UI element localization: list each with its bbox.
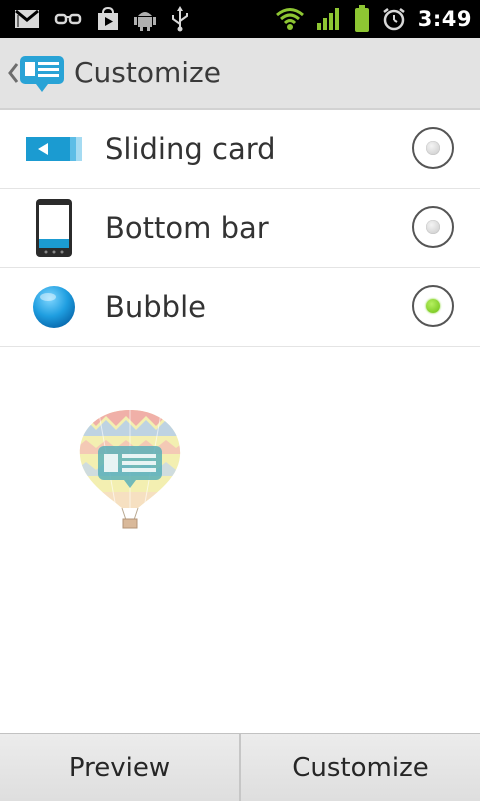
status-time: 3:49 [417, 7, 472, 31]
wifi-icon [275, 8, 304, 30]
option-bottom-bar[interactable]: Bottom bar [0, 189, 480, 268]
radio-bottom-bar[interactable] [412, 206, 454, 248]
notification-icons [14, 6, 190, 32]
chat-bubble-logo-icon[interactable] [18, 54, 66, 94]
option-label: Bubble [105, 290, 206, 324]
signal-icon [316, 8, 339, 30]
hot-air-balloon-icon [79, 410, 181, 529]
radio-indicator [426, 299, 440, 313]
battery-icon [354, 5, 369, 32]
phone-bottom-bar-icon [36, 199, 72, 257]
market-icon [98, 7, 118, 30]
gmail-icon [15, 9, 39, 28]
blue-bubble-icon [33, 286, 75, 328]
system-icons: 3:49 [275, 4, 472, 34]
option-sliding-card[interactable]: Sliding card [0, 110, 480, 189]
radio-indicator [426, 141, 440, 155]
preview-button[interactable]: Preview [0, 734, 239, 801]
option-label: Sliding card [105, 132, 276, 166]
action-bar: Customize [0, 38, 480, 110]
button-bar: Preview Customize [0, 733, 480, 801]
radio-sliding-card[interactable] [412, 127, 454, 169]
sliding-card-icon [26, 137, 82, 161]
option-label: Bottom bar [105, 211, 269, 245]
page-title: Customize [74, 56, 221, 89]
radio-indicator [426, 220, 440, 234]
radio-bubble[interactable] [412, 285, 454, 327]
customize-button[interactable]: Customize [241, 734, 480, 801]
alarm-icon [383, 8, 405, 31]
option-bubble[interactable]: Bubble [0, 268, 480, 347]
usb-icon [172, 6, 188, 32]
glasses-icon [54, 13, 82, 25]
status-bar: 3:49 [0, 0, 480, 38]
android-debug-icon [134, 12, 156, 31]
option-list: Sliding card Bottom bar Bubble [0, 110, 480, 347]
